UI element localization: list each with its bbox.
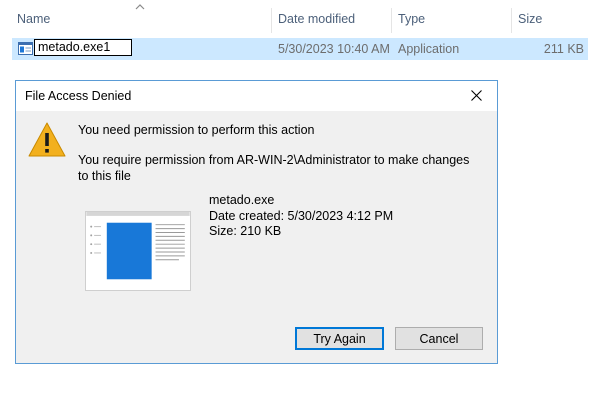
file-info: metado.exe Date created: 5/30/2023 4:12 … <box>209 193 393 240</box>
cancel-button[interactable]: Cancel <box>395 327 483 350</box>
dialog-main-message: You need permission to perform this acti… <box>78 123 315 137</box>
file-row-selected[interactable]: metado.exe1 5/30/2023 10:40 AM Applicati… <box>12 38 588 60</box>
sort-up-icon <box>135 4 145 10</box>
column-divider[interactable] <box>271 8 272 33</box>
try-again-button[interactable]: Try Again <box>295 327 384 350</box>
column-name[interactable]: Name <box>17 12 50 26</box>
dialog-detail-message: You require permission from AR-WIN-2\Adm… <box>78 153 470 183</box>
column-header: Name Date modified Type Size <box>0 0 595 36</box>
file-type: Application <box>398 42 460 56</box>
warning-icon <box>28 122 66 157</box>
file-date-modified: 5/30/2023 10:40 AM <box>278 42 390 56</box>
file-info-date-created: Date created: 5/30/2023 4:12 PM <box>209 208 394 223</box>
column-divider[interactable] <box>511 8 512 33</box>
column-size[interactable]: Size <box>518 12 542 26</box>
file-size: 211 KB <box>543 42 584 56</box>
close-icon <box>471 90 482 101</box>
application-file-icon <box>18 42 33 55</box>
column-divider[interactable] <box>391 8 392 33</box>
file-info-size: Size: 210 KB <box>209 224 282 238</box>
file-thumbnail <box>85 211 191 291</box>
file-access-denied-dialog: File Access Denied You need permission t… <box>15 80 498 364</box>
file-info-name: metado.exe <box>209 193 275 207</box>
column-type[interactable]: Type <box>398 12 425 26</box>
column-date-modified[interactable]: Date modified <box>278 12 355 26</box>
dialog-titlebar[interactable]: File Access Denied <box>16 81 497 111</box>
dialog-title: File Access Denied <box>25 89 132 103</box>
rename-input[interactable]: metado.exe1 <box>34 39 132 56</box>
close-button[interactable] <box>457 81 497 111</box>
